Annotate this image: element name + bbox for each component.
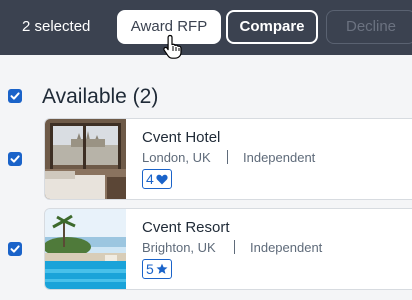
- heart-icon: [156, 174, 168, 184]
- group-title: Available (2): [42, 85, 159, 108]
- selection-toolbar: 2 selected Award RFP Compare Decline: [0, 0, 412, 59]
- decline-button[interactable]: Decline: [326, 10, 412, 44]
- hotel-checkbox[interactable]: [8, 152, 22, 166]
- hotel-name[interactable]: Cvent Hotel: [142, 129, 220, 146]
- rating-badge: 4: [142, 169, 172, 189]
- checkmark-icon: [10, 245, 20, 253]
- select-all-checkbox[interactable]: [8, 89, 22, 103]
- hand-cursor-icon: [163, 34, 182, 59]
- rating-badge: 5: [142, 259, 172, 279]
- selected-count: 2 selected: [22, 18, 91, 35]
- rating-value: 5: [146, 261, 154, 277]
- star-icon: [156, 263, 168, 274]
- compare-button[interactable]: Compare: [226, 10, 318, 44]
- checkmark-icon: [10, 155, 20, 163]
- divider: [227, 150, 228, 164]
- hotel-name[interactable]: Cvent Resort: [142, 219, 230, 236]
- hotel-location: London, UK: [142, 150, 211, 165]
- checkmark-icon: [10, 92, 20, 100]
- rating-value: 4: [146, 171, 154, 187]
- hotel-card[interactable]: Cvent Resort Brighton, UK Independent 5: [44, 208, 412, 290]
- divider: [234, 240, 235, 254]
- hotel-card[interactable]: Cvent Hotel London, UK Independent 4: [44, 118, 412, 200]
- hotel-type: Independent: [243, 150, 316, 165]
- hotel-location: Brighton, UK: [142, 240, 216, 255]
- hotel-type: Independent: [250, 240, 323, 255]
- hotel-photo: [45, 209, 126, 289]
- hotel-checkbox[interactable]: [8, 242, 22, 256]
- hotel-photo: [45, 119, 126, 199]
